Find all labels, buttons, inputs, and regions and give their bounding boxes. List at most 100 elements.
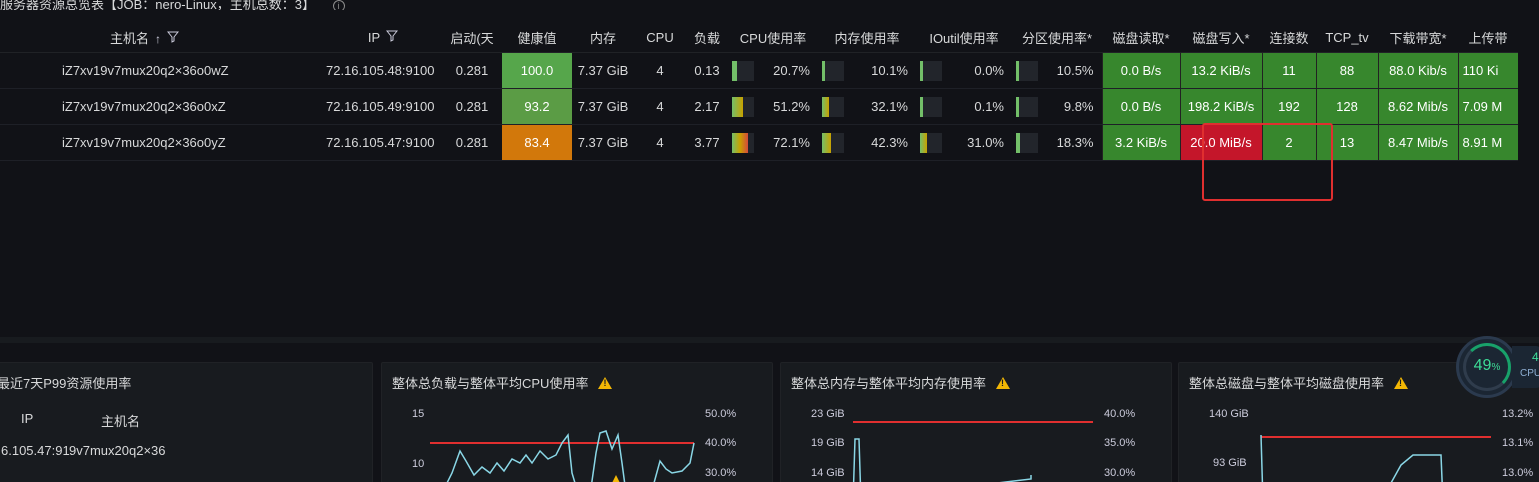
load-cell: 3.77 <box>686 124 728 161</box>
load-cell: 2.17 <box>686 88 728 125</box>
table-row[interactable]: iZ7xv19v7mux20q2×36o0wZ 72.16.105.48:9100… <box>0 52 1518 89</box>
ioutil-cell: 0.0% <box>916 52 1012 89</box>
col-conns[interactable]: 连接数 <box>1262 24 1316 53</box>
part-usage-cell-gauge <box>1016 96 1038 117</box>
hostname-cell: iZ7xv19v7mux20q2×36o0yZ <box>0 124 322 161</box>
p99-col-ip[interactable]: IP <box>21 411 33 426</box>
col-download[interactable]: 下载带宽* <box>1378 24 1458 53</box>
health-cell: 83.4 <box>502 124 572 161</box>
info-icon[interactable]: i <box>332 0 345 10</box>
cpu-percent-value: 49 <box>1473 357 1492 374</box>
part-usage-cell: 18.3% <box>1012 124 1102 161</box>
part-usage-cell-gauge-fill <box>1016 132 1020 153</box>
disk-read-cell: 0.0 B/s <box>1101 88 1180 125</box>
disk-write-cell: 198.2 KiB/s <box>1179 88 1262 125</box>
load-cell: 0.13 <box>686 52 728 89</box>
mem-usage-cell-gauge <box>822 60 844 81</box>
col-ioutil[interactable]: IOutil使用率 <box>916 24 1012 53</box>
ioutil-cell-gauge <box>920 96 942 117</box>
tcp-tw-cell: 128 <box>1315 88 1378 125</box>
cpu-usage-cell: 51.2% <box>728 88 818 125</box>
mem-usage-cell: 42.3% <box>818 124 916 161</box>
highlight-annotation-box <box>1202 123 1333 201</box>
cpu-usage-cell-gauge-fill <box>732 60 737 81</box>
mem-usage-cell-gauge-fill <box>822 96 829 117</box>
series-line <box>1260 434 1443 482</box>
disk-read-cell: 3.2 KiB/s <box>1101 124 1180 161</box>
uptime-cell: 0.281 <box>442 124 502 161</box>
p99-row-ip: 6.105.47:91 <box>1 443 70 458</box>
cpu-cell: 4 <box>634 88 686 125</box>
page-title-text: 服务器资源总览表【JOB：nero-Linux，主机总数：3】 <box>0 0 315 10</box>
col-ip[interactable]: IP <box>322 24 442 53</box>
download-cell: 8.47 Mib/s <box>1377 124 1458 161</box>
col-upload[interactable]: 上传带 <box>1458 24 1518 53</box>
col-cpu[interactable]: CPU <box>634 24 686 53</box>
p99-col-host[interactable]: 主机名 <box>101 411 140 430</box>
page-title: 服务器资源总览表【JOB：nero-Linux，主机总数：3】 i <box>0 0 400 10</box>
col-load[interactable]: 负载 <box>686 24 728 53</box>
mem-usage-cell: 10.1% <box>818 52 916 89</box>
cpu-side-number: 4 <box>1532 350 1539 364</box>
cpu-side-tab[interactable]: 4 CPU <box>1512 346 1539 388</box>
cpu-percent-sign: % <box>1491 362 1501 373</box>
table-row[interactable]: iZ7xv19v7mux20q2×36o0xZ 72.16.105.49:9100… <box>0 88 1518 125</box>
cpu-usage-cell: 20.7% <box>728 52 818 89</box>
panel-p99-title: 最近7天P99资源使用率 <box>0 376 132 391</box>
filter-icon[interactable] <box>386 30 399 43</box>
series-line <box>852 438 1032 482</box>
conns-cell: 192 <box>1261 88 1316 125</box>
annotation-marker <box>612 475 620 482</box>
col-health[interactable]: 健康值 <box>502 24 572 53</box>
filter-icon[interactable] <box>166 31 180 44</box>
tcp-tw-cell: 88 <box>1315 52 1378 89</box>
cpu-percent: 49% <box>1459 357 1515 375</box>
memory-chart <box>852 421 1093 482</box>
col-ip-label: IP <box>367 30 381 46</box>
hostname-cell: iZ7xv19v7mux20q2×36o0wZ <box>0 52 322 89</box>
conns-cell: 11 <box>1261 52 1316 89</box>
ioutil-cell-gauge <box>920 132 942 153</box>
ip-cell: 72.16.105.49:9100 <box>322 88 442 125</box>
download-cell: 88.0 Kib/s <box>1377 52 1458 89</box>
uptime-cell: 0.281 <box>442 52 502 89</box>
col-cpu-usage[interactable]: CPU使用率 <box>728 24 818 53</box>
col-tcp-tw[interactable]: TCP_tv <box>1316 24 1378 53</box>
mem-usage-cell: 32.1% <box>818 88 916 125</box>
col-uptime[interactable]: 启动(天 <box>442 24 502 53</box>
col-part-usage[interactable]: 分区使用率* <box>1012 24 1102 53</box>
col-memory[interactable]: 内存 <box>572 24 634 53</box>
memory-cell: 7.37 GiB <box>572 124 634 161</box>
mem-usage-cell-gauge <box>822 96 844 117</box>
cpu-usage-cell-gauge-fill <box>732 132 748 153</box>
hostname-cell: iZ7xv19v7mux20q2×36o0xZ <box>0 88 322 125</box>
table-header-row: 主机名 ↑ IP 启动(天 健康值 内存 CPU 负载 CPU使用率 内存使用率 … <box>0 24 1518 53</box>
disk-read-cell: 0.0 B/s <box>1101 52 1180 89</box>
upload-cell: 110 Ki <box>1457 52 1518 89</box>
sort-up-icon[interactable]: ↑ <box>155 32 161 46</box>
part-usage-cell: 10.5% <box>1012 52 1102 89</box>
mem-usage-cell-gauge-fill <box>822 60 825 81</box>
health-cell: 100.0 <box>502 52 572 89</box>
ioutil-cell: 31.0% <box>916 124 1012 161</box>
col-hostname[interactable]: 主机名 ↑ <box>0 24 322 53</box>
load-cpu-chart <box>430 430 695 482</box>
col-mem-usage[interactable]: 内存使用率 <box>818 24 916 53</box>
download-cell: 8.62 Mib/s <box>1377 88 1458 125</box>
series-line <box>446 430 695 482</box>
mem-usage-cell-gauge-fill <box>822 132 831 153</box>
part-usage-cell: 9.8% <box>1012 88 1102 125</box>
cpu-cell: 4 <box>634 124 686 161</box>
cpu-usage-cell-gauge-fill <box>732 96 743 117</box>
ioutil-cell: 0.1% <box>916 88 1012 125</box>
panel-memory: 整体总内存与整体平均内存使用率 23 GiB 19 GiB 14 GiB 40.… <box>780 362 1172 482</box>
cpu-usage-cell-gauge <box>732 132 754 153</box>
col-disk-read[interactable]: 磁盘读取* <box>1102 24 1180 53</box>
col-disk-write[interactable]: 磁盘写入* <box>1180 24 1262 53</box>
panel-load-cpu: 整体总负载与整体平均CPU使用率 15 10 50.0% 40.0% 30.0% <box>381 362 773 482</box>
section-divider <box>0 337 1539 343</box>
disk-write-cell: 13.2 KiB/s <box>1179 52 1262 89</box>
ip-cell: 72.16.105.48:9100 <box>322 52 442 89</box>
ioutil-cell-gauge-fill <box>920 60 923 81</box>
cpu-monitor-widget[interactable]: 49% <box>1456 336 1518 398</box>
